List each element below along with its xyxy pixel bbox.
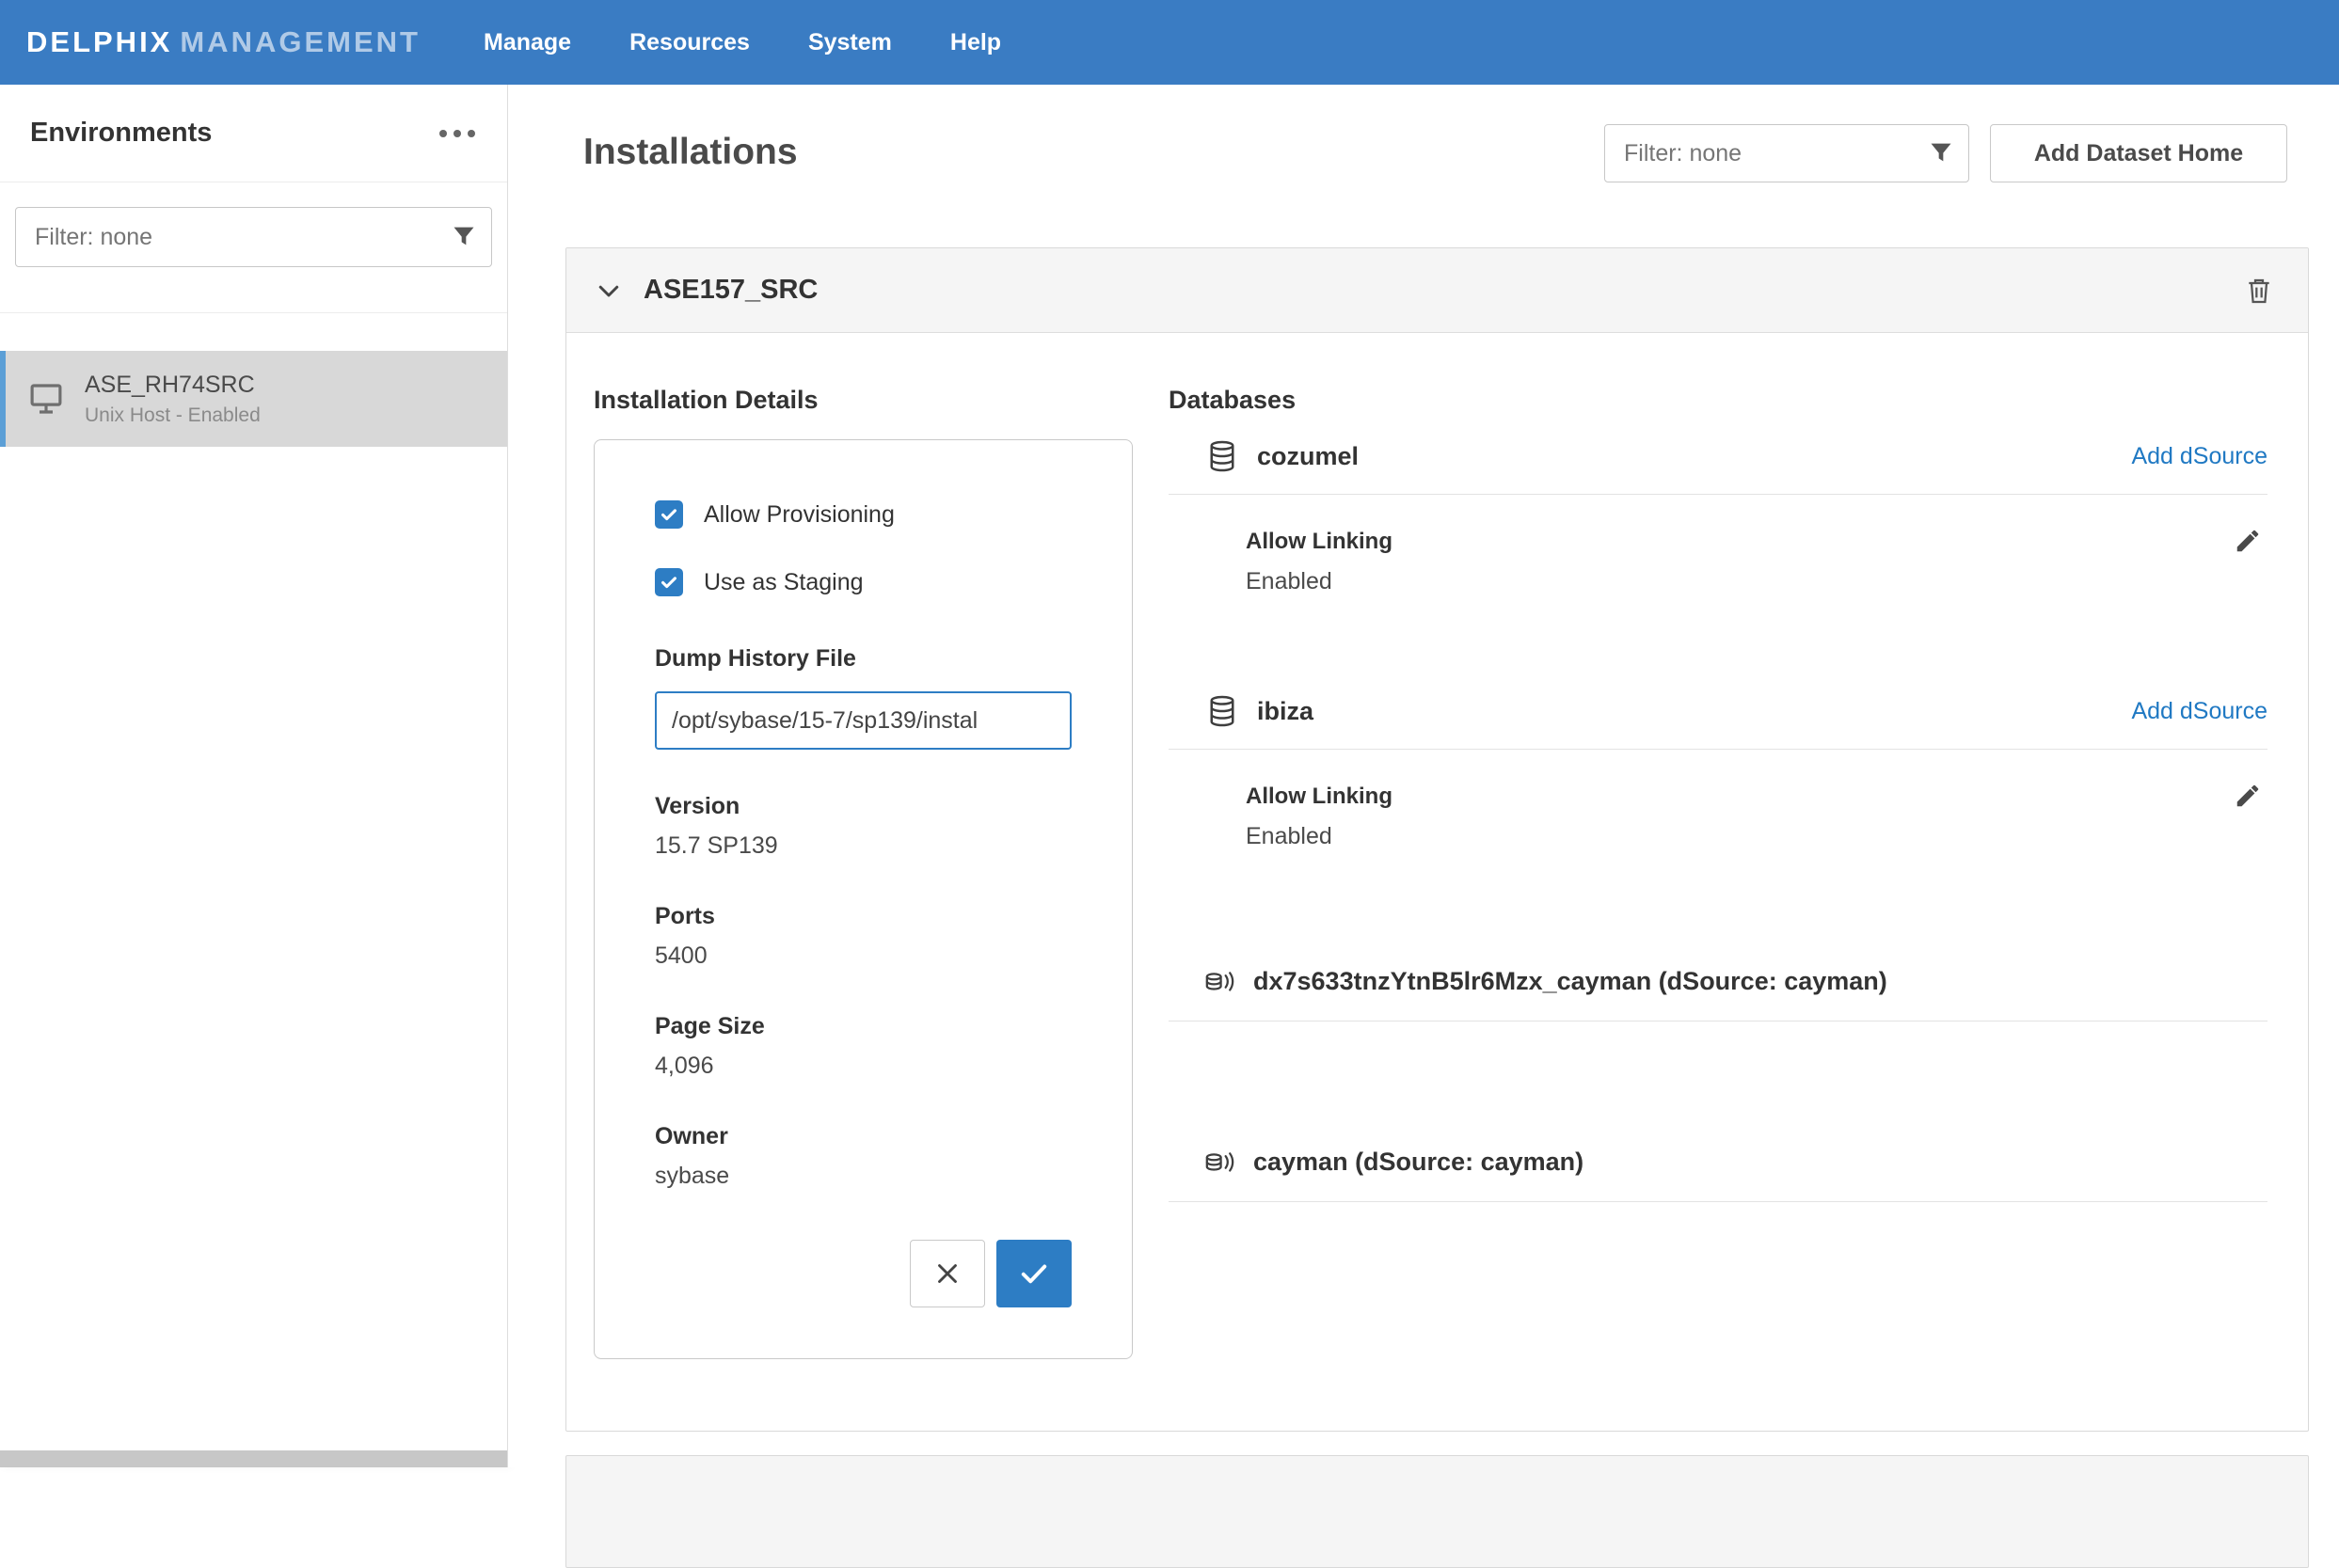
version-value: 15.7 SP139 <box>655 832 1072 860</box>
database-row: ibiza Add dSource <box>1169 685 2267 750</box>
owner-label: Owner <box>655 1123 1072 1150</box>
database-icon <box>1208 439 1236 473</box>
dsource-database-icon <box>1204 968 1236 996</box>
dsource-row: cayman (dSource: cayman) <box>1169 1125 2267 1202</box>
allow-linking-value: Enabled <box>1246 568 2267 595</box>
add-dsource-link[interactable]: Add dSource <box>2131 698 2267 725</box>
allow-provisioning-checkbox[interactable] <box>655 500 683 529</box>
horizontal-scrollbar[interactable] <box>0 1450 507 1467</box>
next-installation-card[interactable] <box>565 1455 2309 1568</box>
installation-name: ASE157_SRC <box>644 275 818 306</box>
brand-primary: DELPHIX <box>26 25 172 58</box>
owner-field: Owner sybase <box>655 1123 1072 1190</box>
close-icon <box>931 1258 963 1290</box>
environments-sidebar: Environments ASE_RH74SRC Unix Host - Ena… <box>0 85 508 1467</box>
dsource-row: dx7s633tnzYtnB5lr6Mzx_cayman (dSource: c… <box>1169 944 2267 1022</box>
allow-linking-value: Enabled <box>1246 823 2267 850</box>
delete-installation-button[interactable] <box>2244 275 2274 307</box>
ellipsis-icon <box>438 129 477 138</box>
version-label: Version <box>655 793 1072 820</box>
installation-card-header[interactable]: ASE157_SRC <box>566 248 2308 333</box>
installation-card-body: Installation Details Allow Provisioning … <box>566 333 2308 1359</box>
databases-column: Databases cozumel Add dSource Allow Link… <box>1169 386 2267 1359</box>
dsource-name: cayman (dSource: cayman) <box>1253 1148 1583 1177</box>
host-icon <box>26 379 66 419</box>
allow-provisioning-row: Allow Provisioning <box>655 500 1072 529</box>
sidebar-menu-button[interactable] <box>438 129 477 138</box>
version-field: Version 15.7 SP139 <box>655 793 1072 860</box>
environment-filter-input[interactable] <box>15 207 492 267</box>
database-name: ibiza <box>1257 697 1313 726</box>
allow-linking-label: Allow Linking <box>1246 784 2267 810</box>
form-actions <box>910 1240 1072 1307</box>
edit-allow-linking-button[interactable] <box>2234 527 2262 555</box>
add-dataset-home-button[interactable]: Add Dataset Home <box>1990 124 2287 182</box>
page-size-field: Page Size 4,096 <box>655 1013 1072 1080</box>
environment-status: Unix Host - Enabled <box>85 404 261 427</box>
page-size-value: 4,096 <box>655 1053 1072 1080</box>
environment-list-item[interactable]: ASE_RH74SRC Unix Host - Enabled <box>0 351 507 447</box>
page-title: Installations <box>583 132 798 173</box>
nav-item-resources[interactable]: Resources <box>629 29 750 56</box>
allow-linking-label: Allow Linking <box>1246 529 2267 555</box>
sidebar-title: Environments <box>30 118 212 149</box>
installations-filter-input[interactable] <box>1604 124 1969 182</box>
chevron-down-icon <box>595 277 623 305</box>
database-icon <box>1208 694 1236 728</box>
database-detail: Allow Linking Enabled <box>1169 495 2267 595</box>
allow-provisioning-label: Allow Provisioning <box>704 501 895 529</box>
pencil-icon <box>2234 782 2262 810</box>
installations-filter-button[interactable] <box>1928 139 1954 166</box>
edit-allow-linking-button[interactable] <box>2234 782 2262 810</box>
database-section-ibiza: ibiza Add dSource Allow Linking Enabled <box>1169 685 2267 850</box>
use-as-staging-row: Use as Staging <box>655 568 1072 596</box>
pencil-icon <box>2234 527 2262 555</box>
dump-history-file-label: Dump History File <box>655 645 1072 673</box>
environment-name: ASE_RH74SRC <box>85 372 261 399</box>
owner-value: sybase <box>655 1163 1072 1190</box>
databases-heading: Databases <box>1169 386 2267 415</box>
installation-card: ASE157_SRC Installation Details Allow Pr… <box>565 247 2309 1432</box>
environment-list: ASE_RH74SRC Unix Host - Enabled <box>0 313 507 447</box>
sidebar-header: Environments <box>0 85 507 182</box>
brand-secondary: MANAGEMENT <box>180 25 421 58</box>
database-detail: Allow Linking Enabled <box>1169 750 2267 850</box>
installation-details-form: Allow Provisioning Use as Staging Dump H… <box>594 439 1133 1359</box>
database-name: cozumel <box>1257 442 1359 471</box>
installations-filter <box>1604 124 1969 182</box>
sidebar-filter-section <box>0 182 507 313</box>
nav-item-manage[interactable]: Manage <box>484 29 571 56</box>
nav-item-help[interactable]: Help <box>950 29 1001 56</box>
use-as-staging-label: Use as Staging <box>704 569 864 596</box>
use-as-staging-checkbox[interactable] <box>655 568 683 596</box>
trash-icon <box>2244 275 2274 307</box>
filter-funnel-icon <box>1928 139 1954 166</box>
check-icon <box>1017 1257 1051 1291</box>
ports-value: 5400 <box>655 942 1072 970</box>
ports-field: Ports 5400 <box>655 903 1072 970</box>
main-nav: Manage Resources System Help <box>484 29 1001 56</box>
installation-details-heading: Installation Details <box>594 386 1133 415</box>
dump-history-file-input[interactable] <box>655 691 1072 750</box>
filter-funnel-icon <box>451 223 477 249</box>
database-section-cozumel: cozumel Add dSource Allow Linking Enable… <box>1169 430 2267 595</box>
dsource-database-icon <box>1204 1148 1236 1177</box>
collapse-button[interactable] <box>595 277 623 305</box>
cancel-button[interactable] <box>910 1240 985 1307</box>
confirm-button[interactable] <box>996 1240 1072 1307</box>
database-row: cozumel Add dSource <box>1169 430 2267 495</box>
add-dsource-link[interactable]: Add dSource <box>2131 443 2267 470</box>
ports-label: Ports <box>655 903 1072 930</box>
environment-filter-button[interactable] <box>451 223 477 249</box>
brand-logo: DELPHIXMANAGEMENT <box>0 25 484 59</box>
installation-details-column: Installation Details Allow Provisioning … <box>594 386 1133 1359</box>
main-content: Installations Add Dataset Home ASE157_SR… <box>508 85 2339 1467</box>
page-size-label: Page Size <box>655 1013 1072 1040</box>
check-icon <box>659 504 679 525</box>
check-icon <box>659 572 679 593</box>
dsource-name: dx7s633tnzYtnB5lr6Mzx_cayman (dSource: c… <box>1253 967 1887 996</box>
nav-item-system[interactable]: System <box>808 29 892 56</box>
top-navbar: DELPHIXMANAGEMENT Manage Resources Syste… <box>0 0 2339 85</box>
